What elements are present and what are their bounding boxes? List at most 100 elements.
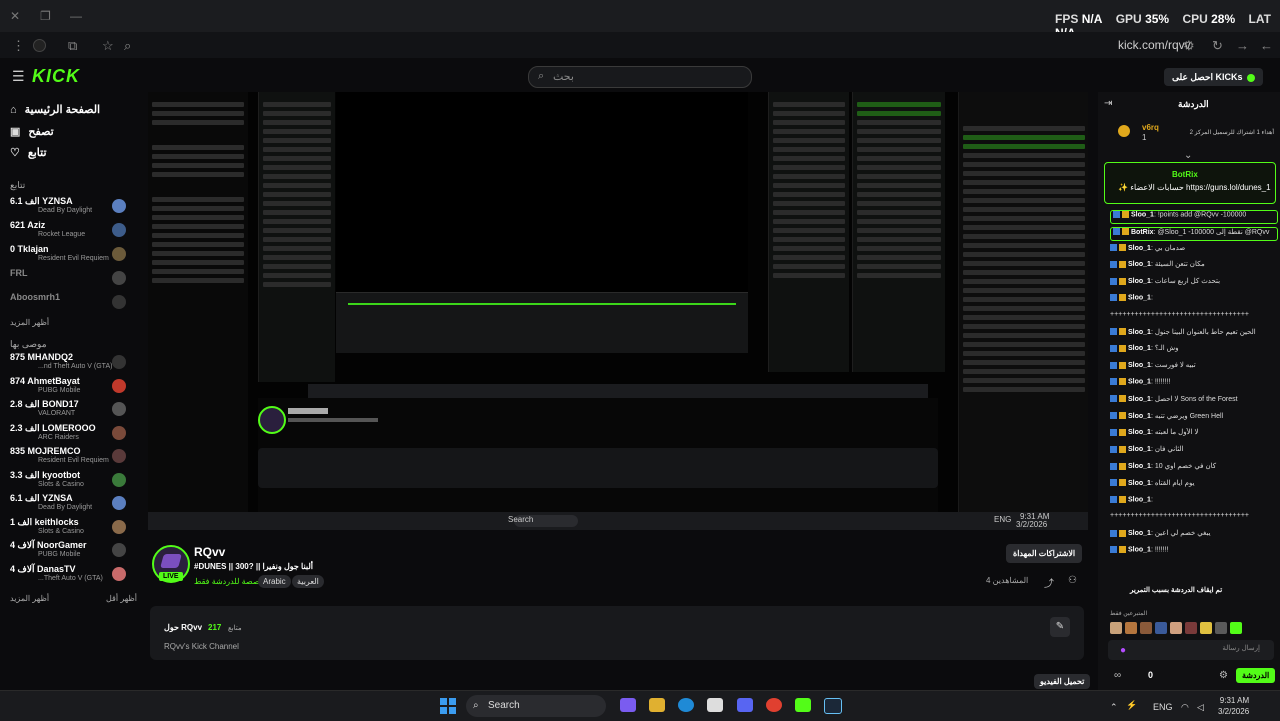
- chat-settings-icon[interactable]: ⚙: [1219, 670, 1228, 681]
- steam-icon[interactable]: [824, 698, 842, 714]
- nav-following[interactable]: ♡ تتابع: [10, 146, 47, 159]
- tag-arabic-ar[interactable]: العربية: [292, 575, 324, 588]
- chat-message[interactable]: Sloo_1: ويرضي تتبه Green Hell: [1110, 412, 1274, 424]
- sidebar-channel[interactable]: 621 Aziz Rocket League: [10, 220, 130, 240]
- video-player[interactable]: [148, 92, 1088, 530]
- sidebar-channel[interactable]: 0 Tklajan Resident Evil Requiem: [10, 244, 130, 264]
- kick-logo[interactable]: KICK: [32, 66, 80, 87]
- chat-send-button[interactable]: الدردشة: [1236, 668, 1276, 683]
- chat-username[interactable]: Sloo_1: [1128, 329, 1151, 336]
- minimize-window-icon[interactable]: —: [70, 9, 82, 23]
- chat-input[interactable]: إرسال رسالة: [1108, 640, 1274, 660]
- chat-username[interactable]: Sloo_1: [1128, 345, 1151, 352]
- chat-message[interactable]: Sloo_1: الحين تعيم حاط بالعنوان البينا ج…: [1110, 328, 1274, 340]
- show-less-recommended[interactable]: أظهر أقل: [106, 594, 137, 603]
- start-icon[interactable]: [440, 698, 456, 714]
- bluetooth-icon[interactable]: ⚡: [1126, 700, 1137, 711]
- chat-message[interactable]: Sloo_1:: [1110, 495, 1274, 508]
- chat-username[interactable]: Sloo_1: [1128, 245, 1151, 252]
- chat-message[interactable]: Sloo_1: تبيه لا فورست: [1110, 361, 1274, 373]
- sidebar-channel[interactable]: FRL: [10, 268, 130, 288]
- discord-icon[interactable]: [737, 698, 753, 712]
- chat-username[interactable]: Sloo_1: [1128, 429, 1151, 436]
- sidebar-channel[interactable]: 3.3 الف kyootbot Slots & Casino: [10, 470, 130, 490]
- address-bar[interactable]: kick.com/rqvv: [1118, 38, 1191, 52]
- kick-app-icon[interactable]: [795, 698, 811, 712]
- sidebar-channel[interactable]: 6.1 الف YZNSA Dead By Daylight: [10, 493, 130, 513]
- chat-username[interactable]: Sloo_1: [1128, 362, 1151, 369]
- chat-username[interactable]: Sloo_1: [1128, 413, 1151, 420]
- profile-icon[interactable]: [33, 39, 46, 52]
- sidebar-channel[interactable]: 835 MOJREMCO Resident Evil Requiem: [10, 446, 130, 466]
- search-icon[interactable]: ⌕: [124, 38, 131, 54]
- chat-message[interactable]: Sloo_1: وش الـ؟: [1110, 344, 1274, 356]
- chat-message[interactable]: Sloo_1: يوم ايام القتاه: [1110, 479, 1274, 491]
- chat-message[interactable]: Sloo_1: مكان تتعن السيئة: [1110, 260, 1274, 272]
- chat-username[interactable]: Sloo_1: [1128, 278, 1151, 285]
- chat-username[interactable]: Sloo_1: [1128, 396, 1151, 403]
- edge-icon[interactable]: [678, 698, 694, 712]
- mic-icon[interactable]: ●: [1120, 645, 1126, 656]
- sidebar-channel[interactable]: 4 آلاف DanasTV ...Theft Auto V (GTA): [10, 564, 130, 584]
- chat-message[interactable]: Sloo_1: صدمان بي: [1110, 244, 1274, 256]
- nav-home[interactable]: ⌂ الصفحة الرئيسية: [10, 103, 100, 116]
- chat-message[interactable]: Sloo_1:: [1110, 294, 1274, 306]
- extensions-icon[interactable]: ⧉: [68, 38, 77, 54]
- taskbar-clock[interactable]: 9:31 AM 3/2/2026: [1218, 695, 1249, 717]
- hamburger-menu-icon[interactable]: ☰: [12, 68, 25, 85]
- close-window-icon[interactable]: ✕: [10, 9, 20, 23]
- get-kicks-button[interactable]: احصل على KICKs: [1164, 68, 1263, 86]
- back-icon[interactable]: ←: [1260, 38, 1273, 53]
- sidebar-channel[interactable]: 4 آلاف NoorGamer PUBG Mobile: [10, 540, 130, 560]
- clip-button[interactable]: تحميل الفيديو: [1034, 674, 1091, 689]
- bot-username[interactable]: BotRix: [1172, 170, 1198, 179]
- reload-icon[interactable]: ↻: [1212, 38, 1223, 54]
- chat-username[interactable]: Sloo_1: [1128, 463, 1151, 470]
- tray-chevron-icon[interactable]: ⌃: [1110, 702, 1118, 713]
- chat-message[interactable]: ++++++++++++++++++++++++++++++++++: [1110, 512, 1274, 524]
- tag-arabic[interactable]: Arabic: [258, 575, 291, 588]
- bookmark-star-icon[interactable]: ☆: [102, 38, 114, 54]
- chat-username[interactable]: Sloo_1: [1128, 294, 1151, 301]
- sidebar-channel[interactable]: 2.8 الف BOND17 VALORANT: [10, 399, 130, 419]
- sidebar-channel[interactable]: 874 AhmetBayat PUBG Mobile: [10, 376, 130, 396]
- chat-message[interactable]: Sloo_1: !points add @RQvv -100000: [1110, 210, 1278, 224]
- chat-message[interactable]: Sloo_1: !!!!!!!: [1110, 546, 1274, 558]
- chat-username[interactable]: BotRix: [1131, 229, 1154, 236]
- search-input[interactable]: ⌕ بحث: [528, 66, 752, 88]
- channel-name[interactable]: RQvv: [194, 545, 225, 559]
- chat-message[interactable]: Sloo_1: لا الأول ما لعبته: [1110, 428, 1274, 440]
- edit-pencil-icon[interactable]: ✎: [1050, 617, 1070, 637]
- store-icon[interactable]: [707, 698, 723, 712]
- sidebar-channel[interactable]: 1 الف keithlocks Slots & Casino: [10, 517, 130, 537]
- chat-message[interactable]: Sloo_1: كان في خصم اوي 10: [1110, 462, 1274, 474]
- infinity-icon[interactable]: ∞: [1114, 670, 1121, 681]
- chat-message[interactable]: Sloo_1: يبغي خصم لي اعين: [1110, 529, 1274, 541]
- forward-icon[interactable]: →: [1236, 38, 1249, 53]
- chat-paused-notice[interactable]: تم ايقاف الدردشة بسبب التمرير: [1130, 586, 1223, 594]
- wifi-icon[interactable]: ◠: [1181, 702, 1189, 713]
- chat-message[interactable]: Sloo_1: بتحدث كل اربع ساعات: [1110, 277, 1274, 289]
- chat-username[interactable]: Sloo_1: [1131, 211, 1154, 218]
- menu-dots-icon[interactable]: ⋮: [12, 38, 25, 54]
- chat-username[interactable]: Sloo_1: [1128, 261, 1151, 268]
- chat-message[interactable]: ++++++++++++++++++++++++++++++++++: [1110, 311, 1274, 323]
- bot-link-message[interactable]: ✨ حسابات الاعضاء https://guns.lol/dunes_…: [1118, 183, 1271, 192]
- chat-username[interactable]: Sloo_1: [1128, 530, 1151, 537]
- nav-browse[interactable]: ▣ تصفح: [10, 125, 54, 138]
- chat-username[interactable]: Sloo_1: [1128, 378, 1151, 385]
- copilot-icon[interactable]: [620, 698, 636, 712]
- gifted-subs-button[interactable]: الاشتراكات المهداة: [1006, 544, 1083, 563]
- chat-username[interactable]: Sloo_1: [1128, 480, 1151, 487]
- taskbar-search[interactable]: ⌕ Search: [466, 695, 606, 717]
- share-icon[interactable]: ⤴: [1044, 575, 1054, 590]
- site-settings-icon[interactable]: ⚙: [1183, 38, 1195, 54]
- show-more-following[interactable]: أظهر المزيد: [10, 318, 49, 327]
- taskbar-lang[interactable]: ENG: [1153, 702, 1173, 712]
- sidebar-channel[interactable]: 6.1 الف YZNSA Dead By Daylight: [10, 196, 130, 216]
- sidebar-channel[interactable]: 875 MHANDQ2 ...nd Theft Auto V (GTA): [10, 352, 130, 372]
- chat-username[interactable]: Sloo_1: [1128, 546, 1151, 553]
- chat-message[interactable]: Sloo_1: !!!!!!!!: [1110, 378, 1274, 390]
- user-icon[interactable]: ⚇: [1068, 575, 1077, 586]
- chat-message[interactable]: Sloo_1: الثاني فان: [1110, 445, 1274, 457]
